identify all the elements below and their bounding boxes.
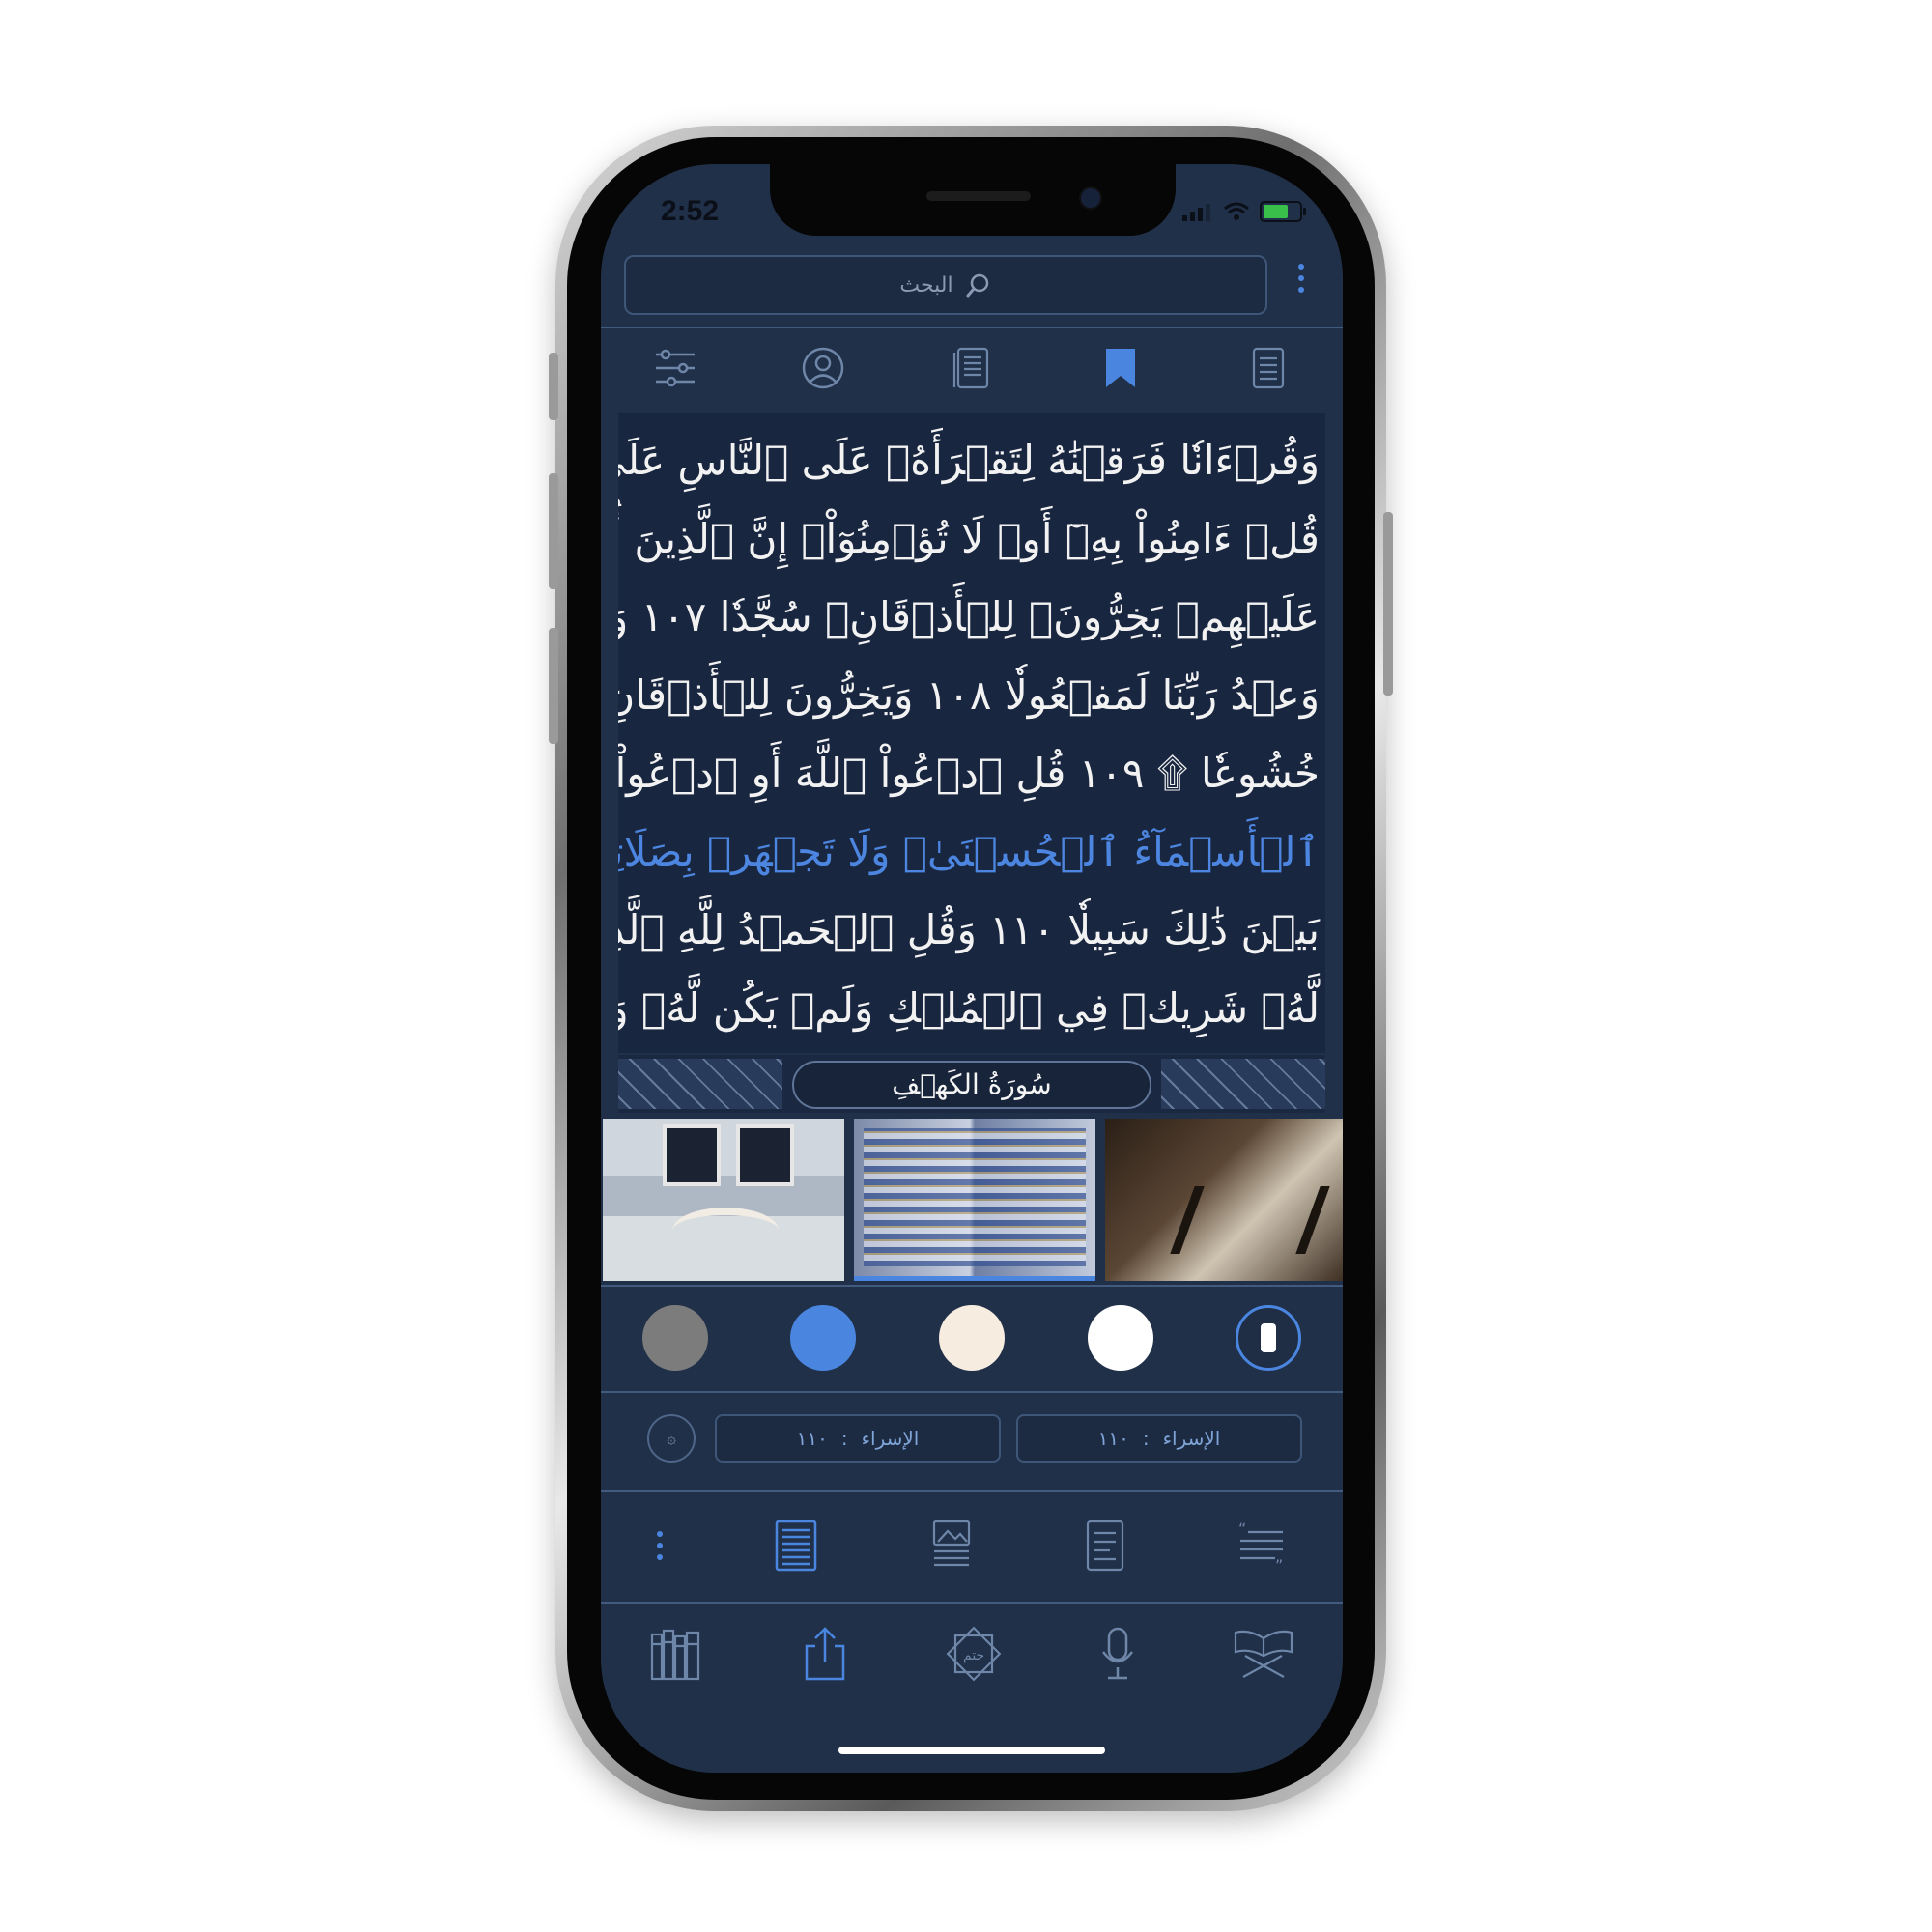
- index-list-icon: [1253, 347, 1285, 389]
- library-icon[interactable]: [648, 1625, 706, 1683]
- khatma-emblem-icon[interactable]: ختم: [944, 1624, 1004, 1684]
- swatch-selected-dark[interactable]: [1236, 1305, 1302, 1371]
- theme-color-picker: [601, 1296, 1343, 1379]
- range-from-field[interactable]: الإسراء : ١١٠: [715, 1414, 1001, 1463]
- thumbnail-wooden-rehal-window[interactable]: [1105, 1119, 1343, 1281]
- mushaf-page[interactable]: ​ وَقُرۡءَانٗا فَرَقۡنَٰهُ لِتَقۡرَأَهُۥ…: [618, 413, 1325, 1053]
- svg-text:“: “: [1238, 1520, 1246, 1538]
- volume-down-button: [549, 628, 558, 744]
- swatch-cream[interactable]: [938, 1305, 1005, 1371]
- share-icon[interactable]: [801, 1625, 849, 1683]
- tab-profile[interactable]: [796, 341, 850, 395]
- divider: [601, 1391, 1343, 1393]
- view-mode-toolbar: “ ”: [601, 1497, 1343, 1594]
- ornament-right: [1161, 1059, 1325, 1109]
- microphone-icon[interactable]: [1098, 1625, 1137, 1683]
- swatch-gray[interactable]: [641, 1305, 708, 1371]
- status-time: 2:52: [661, 195, 720, 227]
- verse-line[interactable]: وَعۡدُ رَبِّنَا لَمَفۡعُولٗا ١٠٨ وَيَخِر…: [618, 662, 1325, 729]
- app-screen: 2:52 البحث وَقُرۡءَانٗا فَرَقۡنَٰهُ لِتَ…: [601, 164, 1343, 1773]
- top-tab-bar: [601, 327, 1343, 410]
- more-menu-button[interactable]: [1296, 264, 1306, 293]
- profile-icon: [803, 347, 844, 389]
- more-options-button[interactable]: [656, 1531, 663, 1560]
- quote-icon[interactable]: “ ”: [1236, 1520, 1287, 1571]
- background-thumbnails: [601, 1119, 1343, 1281]
- mute-switch: [549, 353, 558, 420]
- range-separator: :: [840, 1427, 848, 1450]
- image-text-icon[interactable]: [930, 1519, 973, 1573]
- svg-text:ختم: ختم: [963, 1648, 984, 1663]
- surah-header-banner: سُورَةُ الكَهۡفِ: [618, 1055, 1325, 1113]
- verse-range-selector: ۞ الإسراء : ١١٠ الإسراء : ١١٠: [601, 1408, 1343, 1466]
- range-from-ayah: ١١٠: [796, 1427, 828, 1450]
- verse-line[interactable]: قُلۡ ءَامِنُواْ بِهِۦٓ أَوۡ لَا تُؤۡمِنُ…: [618, 505, 1325, 573]
- page-icon[interactable]: [774, 1519, 818, 1573]
- range-to-field[interactable]: الإسراء : ١١٠: [1016, 1414, 1302, 1463]
- document-icon[interactable]: [1085, 1519, 1125, 1573]
- battery-icon: [1260, 201, 1306, 222]
- search-icon: [966, 273, 988, 298]
- bottom-toolbar: ختم: [601, 1605, 1343, 1702]
- swatch-blue[interactable]: [790, 1305, 857, 1371]
- range-to-ayah: ١١٠: [1097, 1427, 1129, 1450]
- bookmark-icon: [1105, 349, 1135, 387]
- verse-line[interactable]: لَّهُۥ شَرِيكٞ فِي ٱلۡمُلۡكِ وَلَمۡ يَكُ…: [618, 975, 1325, 1042]
- thumbnail-ornate-mushaf-pages[interactable]: [854, 1119, 1095, 1281]
- verse-line[interactable]: وَقُرۡءَانٗا فَرَقۡنَٰهُ لِتَقۡرَأَهُۥ ع…: [618, 427, 1325, 495]
- home-indicator[interactable]: [838, 1747, 1105, 1754]
- speaker: [926, 191, 1031, 201]
- notch: [770, 164, 1176, 236]
- tab-index[interactable]: [1241, 341, 1295, 395]
- svg-text:”: ”: [1275, 1556, 1283, 1571]
- thumbnail-quran-stand-white-room[interactable]: [603, 1119, 844, 1281]
- khatma-small-icon[interactable]: ۞: [647, 1414, 696, 1463]
- settings-sliders-icon: [655, 349, 695, 387]
- phone-mode-icon: [1261, 1323, 1277, 1352]
- book-icon: [952, 347, 989, 389]
- cellular-signal-icon: [1182, 203, 1213, 221]
- range-from-surah: الإسراء: [861, 1427, 920, 1450]
- divider: [601, 1490, 1343, 1492]
- verse-line-highlighted[interactable]: ٱلۡأَسۡمَآءُ ٱلۡحُسۡنَىٰۚ وَلَا تَجۡهَرۡ…: [618, 818, 1325, 886]
- volume-up-button: [549, 473, 558, 589]
- verse-line[interactable]: بَيۡنَ ذَٰلِكَ سَبِيلٗا ١١٠ وَقُلِ ٱلۡحَ…: [618, 896, 1325, 964]
- power-button: [1383, 512, 1393, 696]
- tab-bookmarks[interactable]: [1094, 341, 1148, 395]
- search-placeholder: البحث: [899, 272, 953, 298]
- range-to-surah: الإسراء: [1162, 1427, 1221, 1450]
- swatch-white[interactable]: [1087, 1305, 1153, 1371]
- wifi-icon: [1224, 202, 1249, 220]
- surah-title: سُورَةُ الكَهۡفِ: [792, 1061, 1151, 1109]
- ornament-left: [618, 1059, 782, 1109]
- divider: [601, 1285, 1343, 1287]
- front-camera: [1079, 186, 1102, 210]
- range-separator: :: [1142, 1427, 1150, 1450]
- tab-settings[interactable]: [648, 341, 702, 395]
- verse-line[interactable]: خُشُوعٗا ۩ ١٠٩ قُلِ ٱدۡعُواْ ٱللَّهَ أَو…: [618, 740, 1325, 808]
- status-icons: [1182, 201, 1306, 222]
- search-bar[interactable]: البحث: [624, 255, 1267, 315]
- quran-stand-icon[interactable]: [1232, 1627, 1295, 1681]
- divider: [601, 1602, 1343, 1604]
- verse-line[interactable]: عَلَيۡهِمۡ يَخِرُّونَۤ لِلۡأَذۡقَانِۤ سُ…: [618, 583, 1325, 651]
- tab-book[interactable]: [945, 341, 999, 395]
